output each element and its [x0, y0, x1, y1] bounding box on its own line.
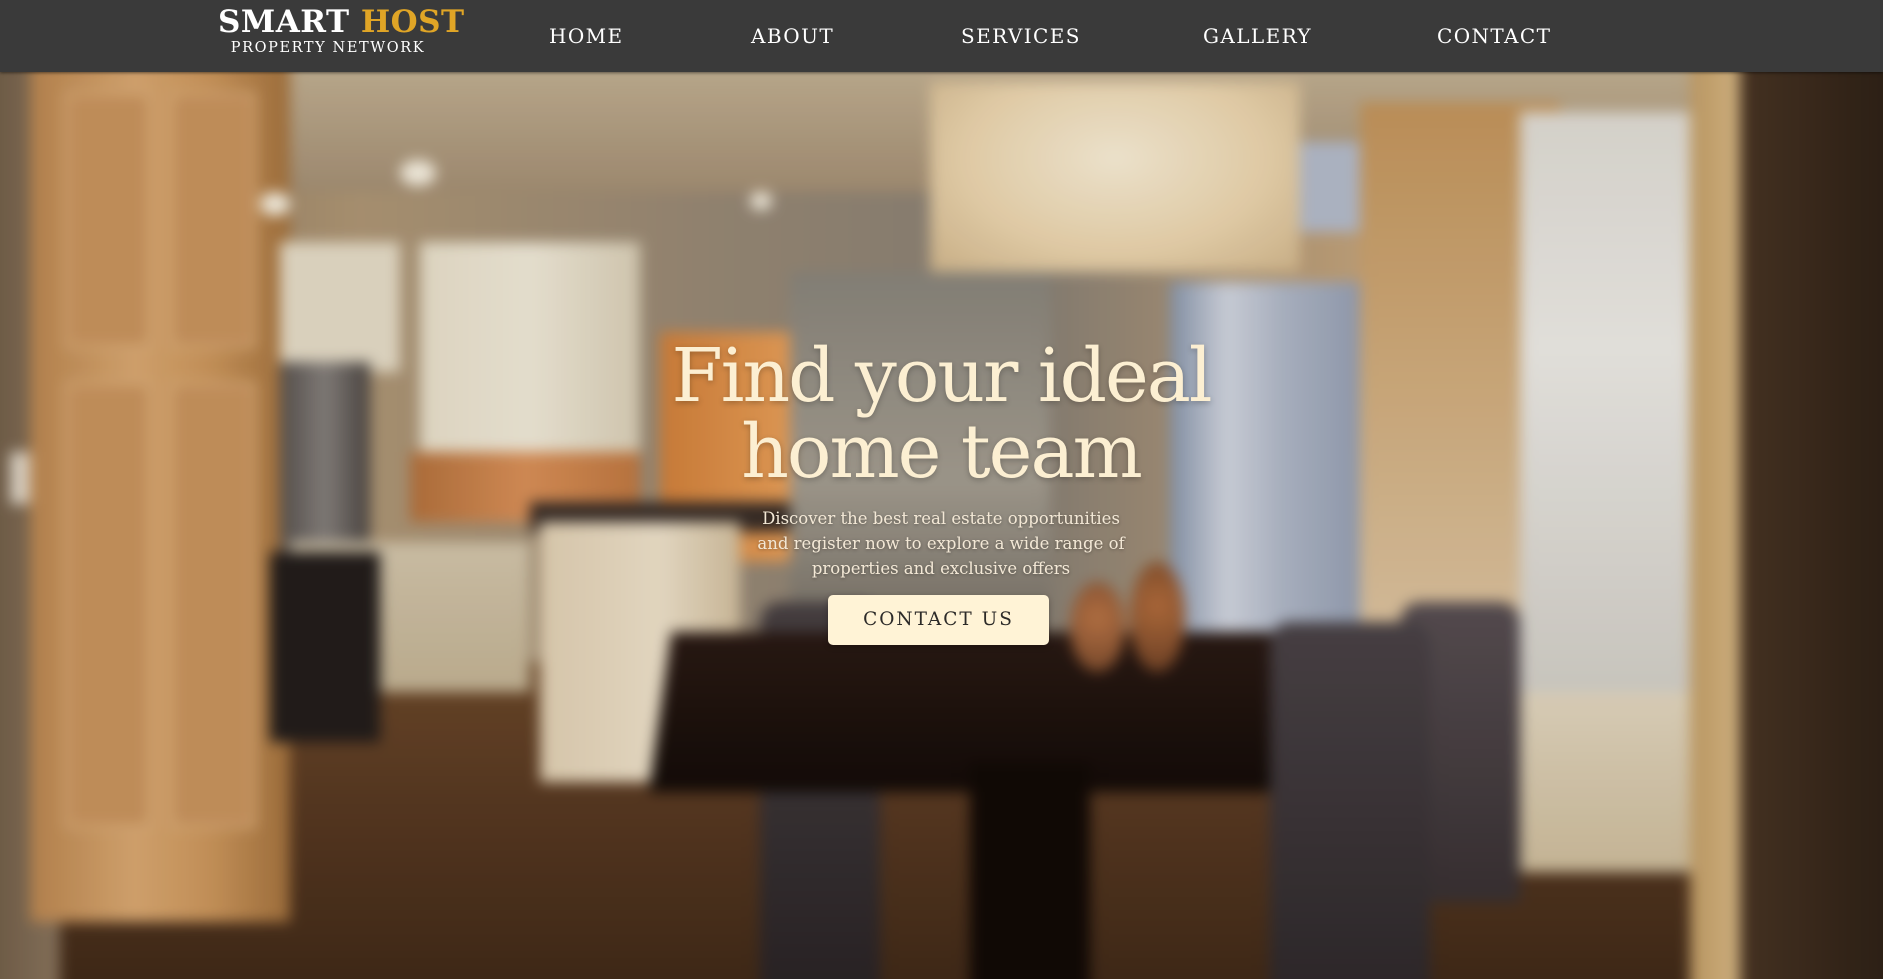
hero-subtitle: Discover the best real estate opportunit…	[741, 506, 1141, 581]
hero-subtitle-line-1: Discover the best real estate opportunit…	[762, 509, 1120, 528]
hero-subtitle-line-2: and register now to explore a wide range…	[757, 534, 1125, 553]
hero-section: Find your ideal home team Discover the b…	[0, 72, 1883, 979]
hero-content: Find your ideal home team Discover the b…	[0, 72, 1883, 979]
nav-link-about[interactable]: ABOUT	[751, 23, 834, 49]
hero-title-line-2: home team	[741, 409, 1143, 495]
nav-link-contact[interactable]: CONTACT	[1437, 23, 1551, 49]
hero-title-line-1: Find your ideal	[671, 333, 1212, 419]
logo-wordmark: SMART HOST	[218, 4, 464, 40]
logo-tagline: PROPERTY NETWORK	[230, 40, 426, 56]
contact-us-button[interactable]: CONTACT US	[828, 595, 1049, 645]
logo-word-smart: SMART	[218, 4, 350, 40]
nav-link-gallery[interactable]: GALLERY	[1203, 23, 1312, 49]
hero-title: Find your ideal home team	[541, 338, 1341, 490]
logo-word-host: HOST	[360, 4, 465, 40]
hero-subtitle-line-3: properties and exclusive offers	[811, 559, 1071, 578]
site-logo[interactable]: SMART HOST PROPERTY NETWORK	[218, 4, 464, 56]
nav-link-home[interactable]: HOME	[549, 23, 624, 49]
top-navbar: SMART HOST PROPERTY NETWORK HOME ABOUT S…	[0, 0, 1883, 72]
nav-link-services[interactable]: SERVICES	[961, 23, 1081, 49]
page: Find your ideal home team Discover the b…	[0, 0, 1883, 979]
